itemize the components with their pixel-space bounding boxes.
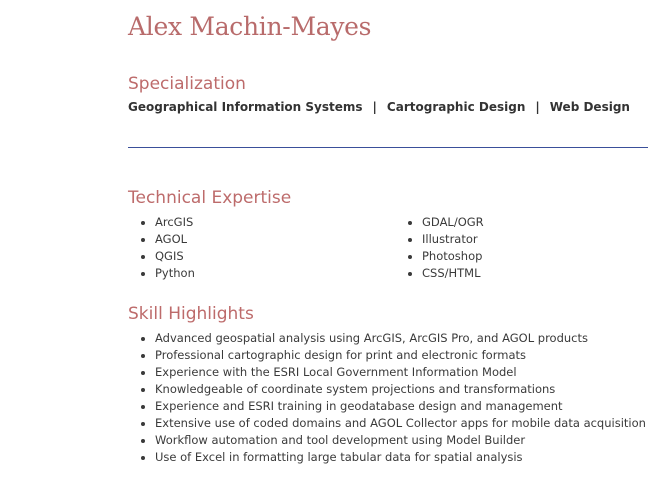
bullet-icon — [141, 354, 145, 358]
specialization-item: Geographical Information Systems — [128, 100, 363, 114]
list-item: Photoshop — [395, 248, 484, 265]
specialization-item: Web Design — [549, 100, 630, 114]
list-item-text: ArcGIS — [155, 215, 194, 229]
list-item-text: Knowledgeable of coordinate system proje… — [155, 382, 556, 396]
technical-expertise-list-right: GDAL/OGR Illustrator Photoshop CSS/HTML — [395, 214, 484, 282]
list-item-text: Experience with the ESRI Local Governmen… — [155, 365, 517, 379]
separator: | — [535, 100, 540, 114]
list-item: Advanced geospatial analysis using ArcGI… — [128, 330, 646, 347]
list-item: Use of Excel in formatting large tabular… — [128, 449, 646, 466]
list-item: Experience with the ESRI Local Governmen… — [128, 364, 646, 381]
list-item-text: Workflow automation and tool development… — [155, 433, 526, 447]
list-item-text: Python — [155, 266, 195, 280]
list-item: Python — [128, 265, 195, 282]
list-item: ArcGIS — [128, 214, 195, 231]
bullet-icon — [141, 272, 145, 276]
bullet-icon — [141, 422, 145, 426]
technical-expertise-heading: Technical Expertise — [128, 188, 292, 208]
list-item-text: AGOL — [155, 232, 188, 246]
list-item: AGOL — [128, 231, 195, 248]
bullet-icon — [141, 371, 145, 375]
bullet-icon — [141, 337, 145, 341]
list-item-text: CSS/HTML — [422, 266, 481, 280]
bullet-icon — [408, 255, 412, 259]
specialization-item: Cartographic Design — [386, 100, 526, 114]
list-item: Knowledgeable of coordinate system proje… — [128, 381, 646, 398]
list-item: QGIS — [128, 248, 195, 265]
bullet-icon — [141, 388, 145, 392]
bullet-icon — [141, 405, 145, 409]
candidate-name: Alex Machin-Mayes — [128, 12, 372, 41]
list-item-text: Advanced geospatial analysis using ArcGI… — [155, 331, 589, 345]
list-item-text: Professional cartographic design for pri… — [155, 348, 526, 362]
list-item: Extensive use of coded domains and AGOL … — [128, 415, 646, 432]
list-item: Workflow automation and tool development… — [128, 432, 646, 449]
list-item-text: Extensive use of coded domains and AGOL … — [155, 416, 646, 430]
bullet-icon — [141, 238, 145, 242]
specialization-list: Geographical Information Systems | Cartogr… — [128, 100, 630, 114]
bullet-icon — [141, 456, 145, 460]
list-item-text: Photoshop — [422, 249, 483, 263]
list-item: GDAL/OGR — [395, 214, 484, 231]
skill-highlights-heading: Skill Highlights — [128, 304, 254, 324]
skill-highlights-list: Advanced geospatial analysis using ArcGI… — [128, 330, 646, 466]
list-item-text: Experience and ESRI training in geodatab… — [155, 399, 563, 413]
bullet-icon — [141, 255, 145, 259]
bullet-icon — [408, 221, 412, 225]
list-item: CSS/HTML — [395, 265, 484, 282]
list-item: Professional cartographic design for pri… — [128, 347, 646, 364]
list-item-text: GDAL/OGR — [422, 215, 484, 229]
list-item-text: QGIS — [155, 249, 184, 263]
bullet-icon — [141, 221, 145, 225]
bullet-icon — [141, 439, 145, 443]
list-item-text: Illustrator — [422, 232, 478, 246]
bullet-icon — [408, 272, 412, 276]
separator: | — [372, 100, 377, 114]
list-item: Illustrator — [395, 231, 484, 248]
list-item-text: Use of Excel in formatting large tabular… — [155, 450, 523, 464]
bullet-icon — [408, 238, 412, 242]
list-item: Experience and ESRI training in geodatab… — [128, 398, 646, 415]
technical-expertise-list-left: ArcGIS AGOL QGIS Python — [128, 214, 195, 282]
section-divider — [128, 147, 648, 148]
specialization-heading: Specialization — [128, 74, 246, 94]
